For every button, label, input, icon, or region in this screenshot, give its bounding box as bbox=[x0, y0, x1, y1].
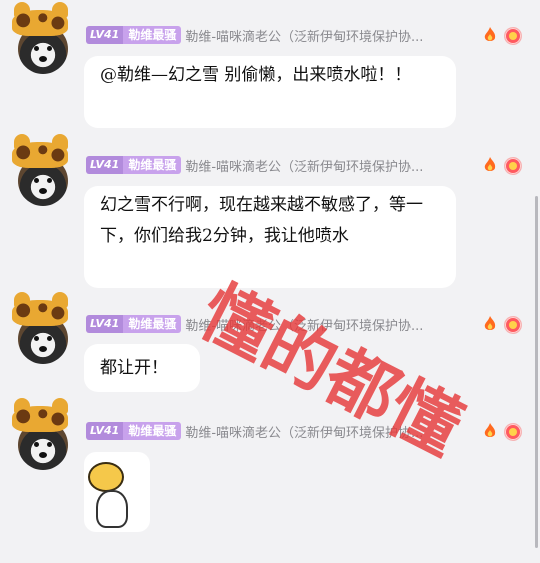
dog-eye bbox=[47, 442, 52, 447]
fire-icon bbox=[484, 316, 496, 330]
level-badge: LV41 bbox=[86, 315, 124, 333]
level-badge: LV41 bbox=[86, 422, 124, 440]
leopard-hat bbox=[12, 10, 68, 36]
dog-eye bbox=[34, 178, 39, 183]
dog-eye bbox=[47, 178, 52, 183]
sender-meta: LV41 勒维最骚 勒维-喵咪滴老公（泛新伊甸环境保护协... bbox=[86, 313, 463, 335]
leopard-hat bbox=[12, 142, 68, 168]
dog-eye bbox=[34, 442, 39, 447]
fire-icon bbox=[484, 27, 496, 41]
medal-icon bbox=[504, 27, 522, 45]
dog-eye bbox=[47, 46, 52, 51]
sticker-body bbox=[96, 490, 128, 528]
fire-icon bbox=[484, 157, 496, 171]
scrollbar[interactable] bbox=[535, 196, 538, 548]
leopard-hat bbox=[12, 406, 68, 432]
avatar[interactable] bbox=[12, 292, 68, 364]
dog-nose bbox=[39, 452, 47, 458]
sticker-message[interactable] bbox=[84, 452, 150, 532]
level-badge: LV41 bbox=[86, 156, 124, 174]
sender-name[interactable]: 勒维-喵咪滴老公（泛新伊甸环境保护协... bbox=[185, 26, 463, 45]
dog-eye bbox=[34, 46, 39, 51]
medal-icon bbox=[504, 157, 522, 175]
avatar[interactable] bbox=[12, 2, 68, 74]
dog-nose bbox=[39, 346, 47, 352]
message-bubble: 都让开！ bbox=[84, 344, 200, 392]
dog-eye bbox=[47, 336, 52, 341]
dog-nose bbox=[39, 56, 47, 62]
sender-meta: LV41 勒维最骚 勒维-喵咪滴老公（泛新伊甸环境保护协... bbox=[86, 420, 463, 442]
sender-name[interactable]: 勒维-喵咪滴老公（泛新伊甸环境保护协... bbox=[185, 156, 463, 175]
title-badge: 勒维最骚 bbox=[123, 422, 182, 440]
avatar[interactable] bbox=[12, 398, 68, 470]
medal-icon bbox=[504, 316, 522, 334]
sender-meta: LV41 勒维最骚 勒维-喵咪滴老公（泛新伊甸环境保护协... bbox=[86, 24, 463, 46]
dog-eye bbox=[34, 336, 39, 341]
dog-nose bbox=[39, 188, 47, 194]
medal-icon bbox=[504, 423, 522, 441]
smiley-sticker-face bbox=[88, 462, 124, 492]
title-badge: 勒维最骚 bbox=[123, 315, 182, 333]
message-bubble: 幻之雪不行啊，现在越来越不敏感了，等一下，你们给我2分钟，我让他喷水 bbox=[84, 186, 456, 288]
sender-name[interactable]: 勒维-喵咪滴老公（泛新伊甸环境保护协... bbox=[185, 422, 463, 441]
fire-icon bbox=[484, 423, 496, 437]
avatar[interactable] bbox=[12, 134, 68, 206]
watermark-text: 懂的都懂 bbox=[187, 270, 475, 471]
sender-meta: LV41 勒维最骚 勒维-喵咪滴老公（泛新伊甸环境保护协... bbox=[86, 154, 463, 176]
title-badge: 勒维最骚 bbox=[123, 26, 182, 44]
sender-name[interactable]: 勒维-喵咪滴老公（泛新伊甸环境保护协... bbox=[185, 315, 463, 334]
level-badge: LV41 bbox=[86, 26, 124, 44]
leopard-hat bbox=[12, 300, 68, 326]
message-bubble: @勒维—幻之雪 别偷懒，出来喷水啦！！ bbox=[84, 56, 456, 128]
title-badge: 勒维最骚 bbox=[123, 156, 182, 174]
